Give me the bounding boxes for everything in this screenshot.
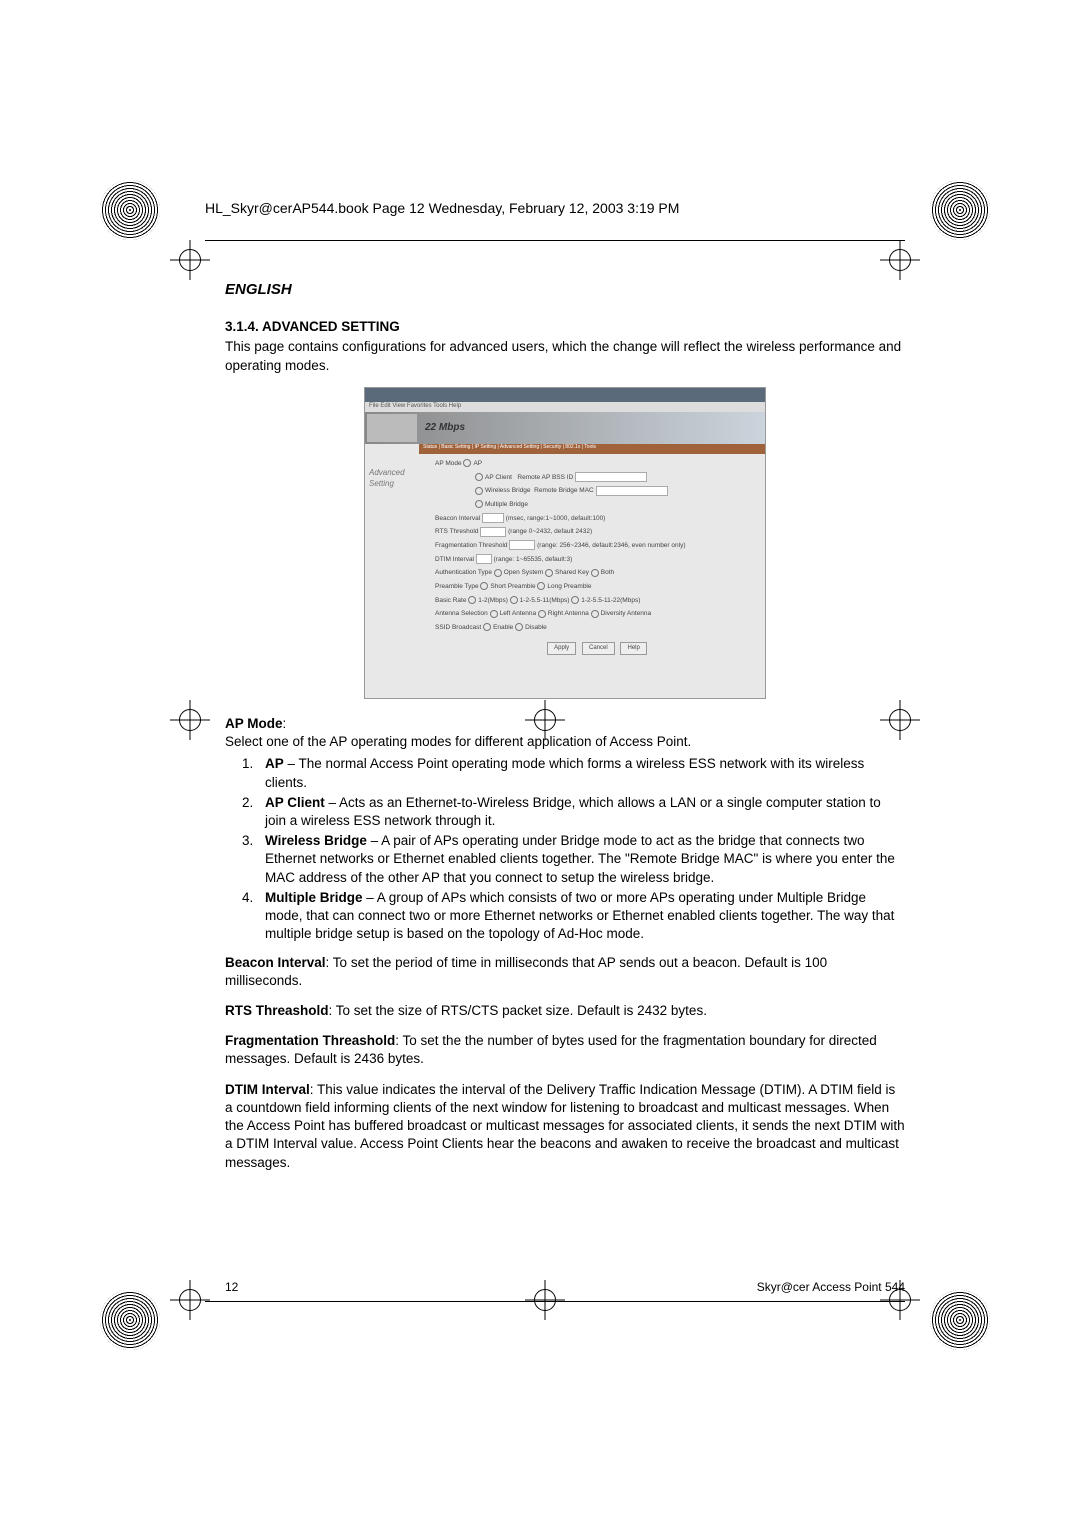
- config-screenshot: File Edit View Favorites Tools Help 22 M…: [364, 387, 766, 699]
- ap-mode-list: AP – The normal Access Point operating m…: [225, 755, 905, 943]
- reg-mark: [100, 1290, 160, 1350]
- list-item: AP – The normal Access Point operating m…: [257, 755, 905, 791]
- page-content: ENGLISH 3.1.4. ADVANCED SETTING This pag…: [225, 280, 905, 1184]
- frag-para: Fragmentation Threashold: To set the the…: [225, 1032, 905, 1068]
- reg-mark: [930, 1290, 990, 1350]
- beacon-para: Beacon Interval: To set the period of ti…: [225, 954, 905, 990]
- list-item: AP Client – Acts as an Ethernet-to-Wirel…: [257, 794, 905, 830]
- crop-cross: [170, 700, 210, 740]
- help-button[interactable]: Help: [620, 642, 646, 655]
- section-title: 3.1.4. ADVANCED SETTING: [225, 318, 905, 336]
- crop-cross: [170, 1280, 210, 1320]
- ap-mode-intro: Select one of the AP operating modes for…: [225, 733, 905, 751]
- language-label: ENGLISH: [225, 280, 905, 300]
- list-item: Multiple Bridge – A group of APs which c…: [257, 889, 905, 944]
- rts-para: RTS Threashold: To set the size of RTS/C…: [225, 1002, 905, 1020]
- reg-mark: [930, 180, 990, 240]
- crop-cross: [170, 240, 210, 280]
- apply-button[interactable]: Apply: [547, 642, 576, 655]
- page-number: 12: [225, 1280, 238, 1294]
- page-footer: 12 Skyr@cer Access Point 544: [225, 1280, 905, 1294]
- side-title: Advanced Setting: [369, 468, 425, 490]
- dtim-para: DTIM Interval: This value indicates the …: [225, 1081, 905, 1172]
- book-header: HL_Skyr@cerAP544.book Page 12 Wednesday,…: [205, 200, 679, 216]
- section-intro: This page contains configurations for ad…: [225, 338, 905, 374]
- list-item: Wireless Bridge – A pair of APs operatin…: [257, 832, 905, 887]
- brand-label: 22 Mbps: [425, 421, 465, 435]
- reg-mark: [100, 180, 160, 240]
- cancel-button[interactable]: Cancel: [582, 642, 615, 655]
- product-name: Skyr@cer Access Point 544: [757, 1280, 905, 1294]
- ap-mode-heading: AP Mode:: [225, 715, 905, 733]
